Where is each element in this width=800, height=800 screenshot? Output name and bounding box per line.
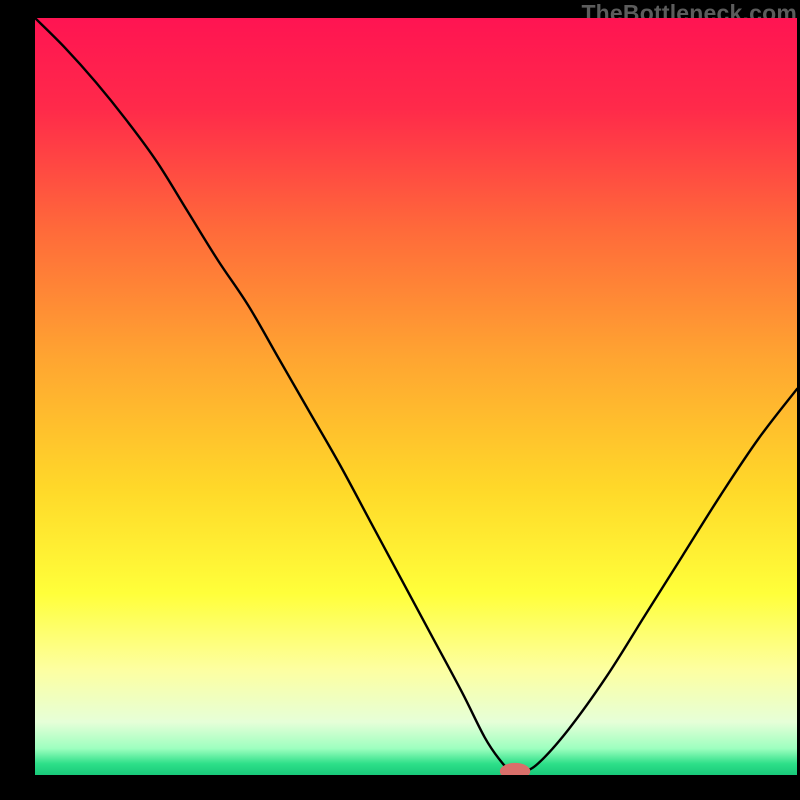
bottleneck-chart — [35, 18, 797, 775]
gradient-background — [35, 18, 797, 775]
chart-frame: TheBottleneck.com — [0, 0, 800, 800]
